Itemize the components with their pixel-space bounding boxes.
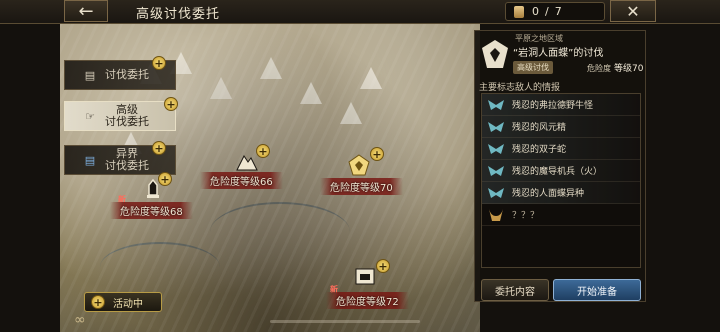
- enemy-row[interactable]: 残忍的风元精: [482, 116, 640, 138]
- enemy-name: ？？？: [512, 211, 540, 221]
- danger-value: 等级70: [614, 64, 644, 74]
- danger-label: 危险度等级68: [110, 202, 193, 219]
- plus-badge-icon: +: [158, 172, 172, 186]
- scroll-icon: [514, 5, 524, 18]
- map-mountain: [260, 57, 282, 79]
- enemy-row[interactable]: 残忍的人面蝶异种: [482, 182, 640, 204]
- quest-header: 平原之地区域 “岩洞人面蝶”的讨伐 高级讨伐 危险度 等级70: [475, 31, 645, 77]
- hand-pointer-icon: ☞: [85, 109, 95, 123]
- map-river: [100, 242, 220, 292]
- plus-badge-icon: +: [164, 97, 178, 111]
- enemy-list: 残忍的弗拉德野牛怪 残忍的风元精 残忍的双子蛇 残忍的魔导机兵（火） 残忍的人面…: [481, 93, 641, 268]
- quest-name: “岩洞人面蝶”的讨伐: [513, 48, 604, 59]
- plus-badge-icon: +: [152, 56, 166, 70]
- top-bar: ← 高级讨伐委托 0 / 7 ✕: [0, 0, 720, 24]
- close-icon: ✕: [626, 1, 640, 21]
- close-button[interactable]: ✕: [610, 0, 656, 22]
- scroll-indicator: [270, 320, 420, 323]
- enemy-row[interactable]: ？？？: [482, 204, 640, 226]
- enemy-name: 残忍的魔导机兵（火）: [512, 167, 603, 177]
- horn-emblem-icon: [486, 207, 506, 223]
- arrow-left-icon: ←: [78, 0, 94, 22]
- map-marker-danger-72[interactable]: 新 危险度等级72: [326, 264, 409, 309]
- active-event-button[interactable]: + 活动中: [84, 292, 162, 312]
- blue-scroll-icon: ▤: [84, 153, 96, 167]
- counter-total: 7: [554, 5, 562, 18]
- danger-caption: 危险度: [587, 64, 611, 73]
- wing-emblem-icon: [486, 185, 506, 201]
- danger-label: 危险度等级66: [200, 172, 283, 189]
- map-mountain: [340, 102, 362, 124]
- quest-detail-panel: 平原之地区域 “岩洞人面蝶”的讨伐 高级讨伐 危险度 等级70 主要标志敌人的情报…: [474, 30, 646, 302]
- enemy-name: 残忍的风元精: [512, 123, 567, 133]
- map-river: [210, 202, 350, 262]
- plus-badge-icon: +: [152, 141, 166, 155]
- quest-tag: 高级讨伐: [513, 61, 553, 74]
- page-title: 高级讨伐委托: [136, 7, 221, 22]
- danger-label: 危险度等级72: [326, 292, 409, 309]
- counter-current: 0: [532, 5, 539, 18]
- map-marker-danger-70[interactable]: 危险度等级70: [320, 152, 403, 195]
- enemy-row[interactable]: 残忍的弗拉德野牛怪: [482, 94, 640, 116]
- start-prepare-button[interactable]: 开始准备: [553, 279, 641, 301]
- tab-label: 讨伐委托: [105, 68, 149, 81]
- quest-danger: 危险度 等级70: [587, 61, 643, 74]
- enemy-row[interactable]: 残忍的魔导机兵（火）: [482, 160, 640, 182]
- tab-label: 高级 讨伐委托: [105, 103, 149, 128]
- quest-detail-button[interactable]: 委托内容: [481, 279, 549, 301]
- commission-counter: 0 / 7: [505, 2, 605, 21]
- map-mountain: [360, 67, 382, 89]
- corner-swirl-icon: ∞: [74, 312, 86, 328]
- enemy-name: 残忍的双子蛇: [512, 145, 567, 155]
- boss-emblem-icon: [346, 152, 372, 178]
- wing-emblem-icon: [486, 97, 506, 113]
- enemy-row[interactable]: 残忍的双子蛇: [482, 138, 640, 160]
- map-mountain: [300, 82, 322, 104]
- counter-separator: /: [545, 5, 549, 18]
- enemy-name: 残忍的弗拉德野牛怪: [512, 101, 594, 111]
- region-name: 平原之地区域: [515, 34, 563, 43]
- enemy-name: 残忍的人面蝶异种: [512, 189, 585, 199]
- back-button[interactable]: ←: [64, 0, 108, 22]
- plus-badge-icon: +: [370, 147, 384, 161]
- wing-emblem-icon: [486, 141, 506, 157]
- plus-badge-icon: +: [376, 259, 390, 273]
- plus-badge-icon: +: [91, 295, 105, 309]
- map-mountain: [210, 77, 232, 99]
- wing-emblem-icon: [486, 163, 506, 179]
- enemies-title: 主要标志敌人的情报: [479, 83, 561, 93]
- shield-icon: [352, 264, 378, 290]
- wing-emblem-icon: [486, 119, 506, 135]
- active-event-label: 活动中: [113, 298, 143, 310]
- plus-badge-icon: +: [256, 144, 270, 158]
- scroll-icon: ▤: [84, 68, 96, 82]
- danger-label: 危险度等级70: [320, 178, 403, 195]
- boss-emblem-icon: [481, 39, 509, 69]
- tab-label: 异界 讨伐委托: [105, 147, 149, 172]
- tab-advanced-commission[interactable]: ☞ 高级 讨伐委托: [64, 101, 176, 131]
